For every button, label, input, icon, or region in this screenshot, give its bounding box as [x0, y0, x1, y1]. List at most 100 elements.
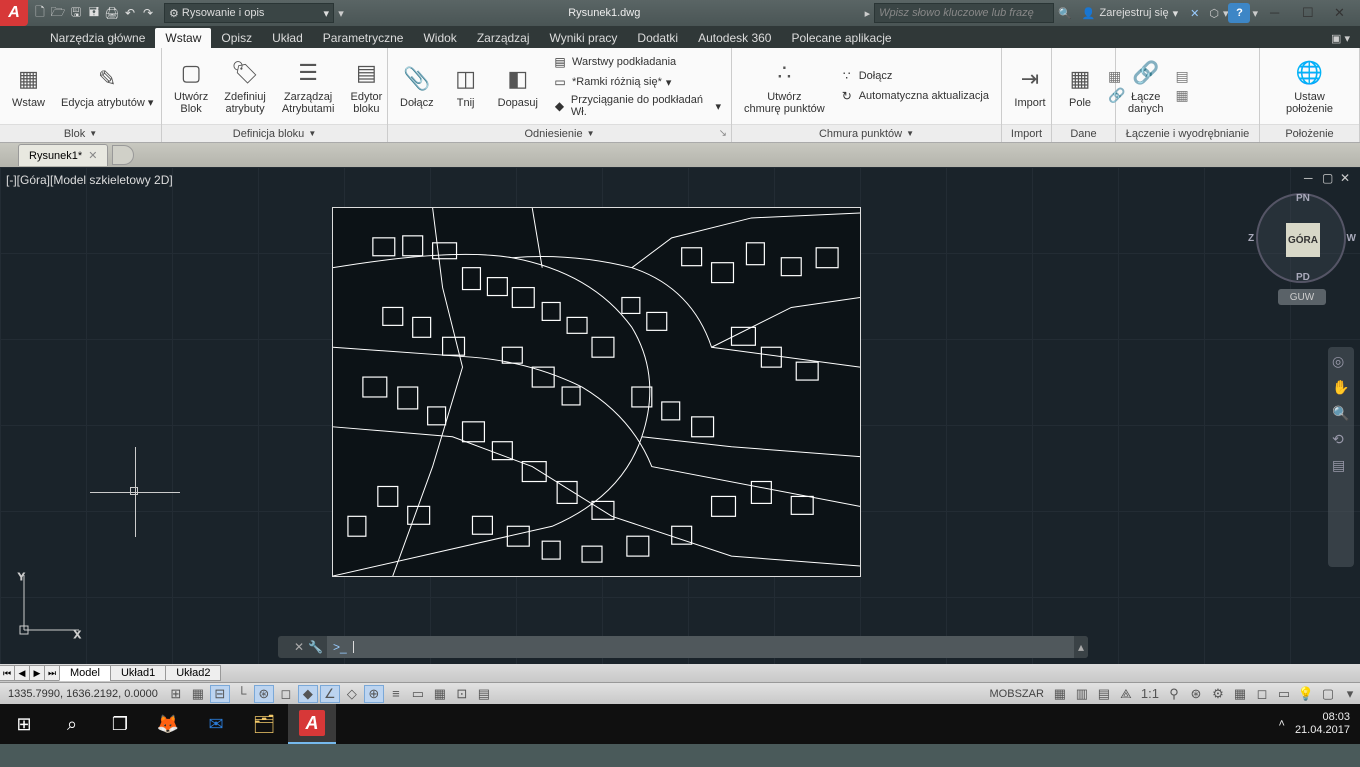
- start-button[interactable]: ⊞: [0, 704, 48, 744]
- panel-defblok-title[interactable]: Definicja bloku▼: [162, 124, 387, 142]
- utworz-blok-button[interactable]: ▢Utwórz Blok: [170, 55, 212, 117]
- guw-button[interactable]: GUW: [1278, 289, 1326, 305]
- dialog-launcher-icon[interactable]: ↘: [719, 128, 727, 139]
- panel-odniesienie-title[interactable]: Odniesienie▼↘: [388, 124, 731, 142]
- update-link-icon[interactable]: ▦: [1175, 87, 1188, 104]
- system-clock[interactable]: 08:0321.04.2017: [1295, 711, 1350, 737]
- qat-new-icon[interactable]: 🗋: [32, 5, 48, 21]
- tnij-button[interactable]: ◫Tnij: [446, 61, 486, 111]
- tab-dodatki[interactable]: Dodatki: [627, 28, 688, 48]
- chevron-down-icon[interactable]: ▾: [1173, 7, 1179, 20]
- explorer-button[interactable]: 🗂: [240, 704, 288, 744]
- tab-narzedzia[interactable]: Narzędzia główne: [40, 28, 155, 48]
- close-button[interactable]: ✕: [1334, 5, 1348, 21]
- sc-icon[interactable]: ⊡: [452, 685, 472, 703]
- layout-tab-model[interactable]: Model: [59, 665, 111, 681]
- qat-redo-icon[interactable]: ↷: [140, 5, 156, 21]
- otrack-icon[interactable]: ∠: [320, 685, 340, 703]
- edytor-bloku-button[interactable]: ▤Edytor bloku: [346, 55, 386, 117]
- viewcube[interactable]: GÓRA PN PD Z W GUW: [1256, 193, 1346, 313]
- command-line[interactable]: ⋮⋮ ✕ 🔧 >_ ▴: [278, 636, 1088, 658]
- drawing-area[interactable]: [-][Góra][Model szkieletowy 2D] ─ ▢ ✕: [0, 167, 1360, 682]
- tab-polecane[interactable]: Polecane aplikacje: [781, 28, 901, 48]
- zarzadzaj-atrybutami-button[interactable]: ☰Zarządzaj Atrybutami: [278, 55, 339, 117]
- am-icon[interactable]: ▤: [474, 685, 494, 703]
- pan-icon[interactable]: ✋: [1332, 379, 1350, 397]
- status-icon[interactable]: ▭: [1274, 685, 1294, 703]
- ducs-icon[interactable]: ◇: [342, 685, 362, 703]
- zoom-icon[interactable]: 🔍: [1332, 405, 1350, 423]
- firefox-button[interactable]: 🦊: [144, 704, 192, 744]
- dolacz-button[interactable]: 📎Dołącz: [396, 61, 438, 111]
- status-icon[interactable]: ▥: [1072, 685, 1092, 703]
- clean-screen-icon[interactable]: ▢: [1318, 685, 1338, 703]
- command-input[interactable]: >_: [327, 636, 1074, 658]
- autocad-task-button[interactable]: A: [288, 704, 336, 744]
- prev-icon[interactable]: ◀: [14, 665, 30, 681]
- add-tab-button[interactable]: [112, 145, 134, 165]
- chmura-dolacz-button[interactable]: ∵Dołącz: [837, 67, 991, 85]
- zdefiniuj-atrybuty-button[interactable]: 🏷Zdefiniuj atrybuty: [220, 55, 270, 117]
- status-icon[interactable]: ⚲: [1164, 685, 1184, 703]
- model-space-label[interactable]: MOBSZAR: [984, 688, 1050, 700]
- tray-chevron-icon[interactable]: ˄: [1279, 718, 1285, 730]
- minimize-button[interactable]: ─: [1270, 5, 1284, 21]
- chmura-auto-button[interactable]: ↻Automatyczna aktualizacja: [837, 87, 991, 105]
- wrench-icon[interactable]: 🔧: [308, 640, 323, 654]
- orbit-icon[interactable]: ⟲: [1332, 431, 1350, 449]
- osnap-icon[interactable]: ◻: [276, 685, 296, 703]
- search-icon[interactable]: 🔍: [1054, 7, 1076, 20]
- workspace-selector[interactable]: ⚙ Rysowanie i opis ▾: [164, 3, 334, 23]
- tab-widok[interactable]: Widok: [413, 28, 466, 48]
- dopasuj-button[interactable]: ◧Dopasuj: [494, 61, 542, 111]
- scale-icon[interactable]: ⟁: [1116, 685, 1136, 703]
- dyn-icon[interactable]: ⊕: [364, 685, 384, 703]
- przyciaganie-button[interactable]: ◆Przyciąganie do podkładań Wł. ▾: [550, 93, 723, 119]
- qat-saveas-icon[interactable]: 🖬: [86, 5, 102, 21]
- extract-icon[interactable]: ▤: [1175, 68, 1188, 85]
- ustaw-polozenie-button[interactable]: 🌐Ustaw położenie: [1282, 55, 1337, 117]
- close-icon[interactable]: ✕: [294, 640, 304, 654]
- last-icon[interactable]: ⏭: [44, 665, 60, 681]
- coordinates[interactable]: 1335.7990, 1636.2192, 0.0000: [0, 688, 166, 700]
- tab-wyniki[interactable]: Wyniki pracy: [540, 28, 628, 48]
- help-button[interactable]: ?: [1228, 3, 1250, 23]
- tab-uklad[interactable]: Układ: [262, 28, 313, 48]
- wstaw-button[interactable]: ▦Wstaw: [8, 61, 49, 111]
- ortho-icon[interactable]: └: [232, 685, 252, 703]
- polar-icon[interactable]: ⊛: [254, 685, 274, 703]
- panel-blok-title[interactable]: Blok▼: [0, 124, 161, 142]
- panel-chmura-title[interactable]: Chmura punktów▼: [732, 124, 1001, 142]
- qat-plot-icon[interactable]: 🖨: [104, 5, 120, 21]
- status-icon[interactable]: ⚙: [1208, 685, 1228, 703]
- customize-icon[interactable]: ▾: [1340, 685, 1360, 703]
- drag-handle-icon[interactable]: ⋮⋮: [278, 636, 290, 658]
- status-icon[interactable]: ▦: [1230, 685, 1250, 703]
- edycja-atrybutow-button[interactable]: ✎Edycja atrybutów ▾: [57, 61, 157, 111]
- task-view-button[interactable]: ❐: [96, 704, 144, 744]
- underlay-image[interactable]: [332, 207, 861, 577]
- chmura-punktow-button[interactable]: ∴Utwórz chmurę punktów: [740, 55, 829, 117]
- layout-tab-uklad1[interactable]: Układ1: [110, 665, 166, 681]
- steering-wheel-icon[interactable]: ◎: [1332, 353, 1350, 371]
- snap-icon[interactable]: ▦: [188, 685, 208, 703]
- warstwy-podkladania-button[interactable]: ▤Warstwy podkładania: [550, 53, 723, 71]
- status-icon[interactable]: ◻: [1252, 685, 1272, 703]
- tab-parametryczne[interactable]: Parametryczne: [313, 28, 414, 48]
- next-icon[interactable]: ▶: [29, 665, 45, 681]
- status-icon[interactable]: ⊛: [1186, 685, 1206, 703]
- qat-more-icon[interactable]: ▾: [334, 7, 348, 20]
- bulb-icon[interactable]: 💡: [1296, 685, 1316, 703]
- tab-wstaw[interactable]: Wstaw: [155, 28, 211, 48]
- layout-tab-uklad2[interactable]: Układ2: [165, 665, 221, 681]
- search-input[interactable]: Wpisz słowo kluczowe lub frazę: [874, 3, 1054, 23]
- qp-icon[interactable]: ▦: [430, 685, 450, 703]
- ribbon-expand-icon[interactable]: ▣ ▾: [1321, 29, 1360, 48]
- qat-open-icon[interactable]: 🗁: [50, 5, 66, 21]
- qat-save-icon[interactable]: 🖫: [68, 5, 84, 21]
- autocad-logo[interactable]: A: [0, 0, 28, 26]
- file-tab[interactable]: Rysunek1*✕: [18, 144, 108, 166]
- chevron-up-icon[interactable]: ▴: [1078, 640, 1084, 654]
- pole-button[interactable]: ▦Pole: [1060, 61, 1100, 111]
- title-play-icon[interactable]: ▸: [861, 7, 875, 20]
